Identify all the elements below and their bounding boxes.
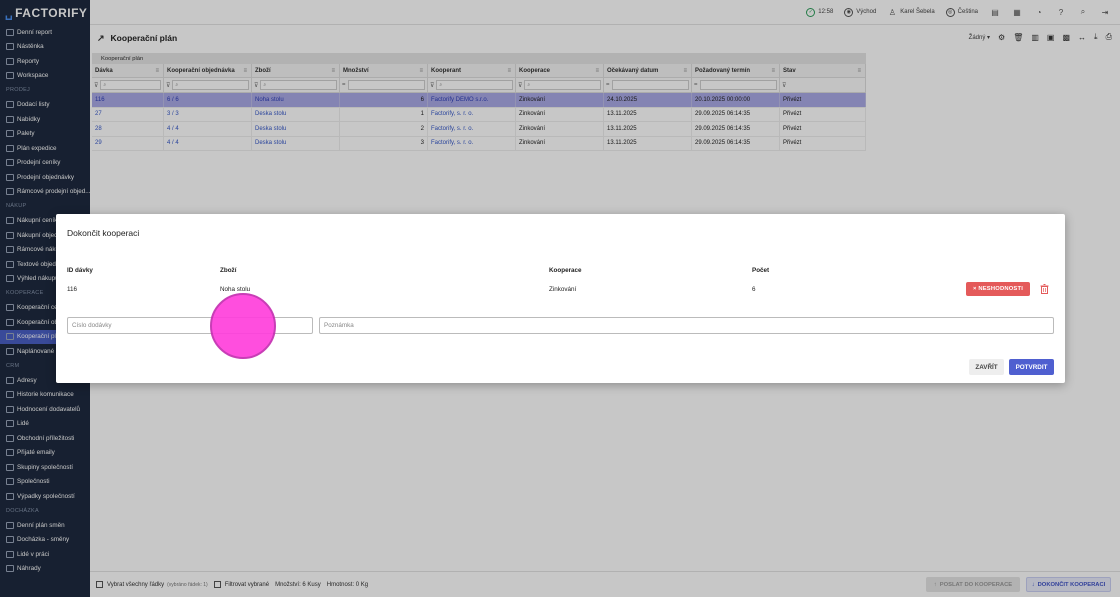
delivery-number-input[interactable] [67, 317, 313, 334]
note-input[interactable] [319, 317, 1054, 334]
trash-icon[interactable] [1039, 283, 1050, 295]
count-value: 6 [752, 286, 756, 293]
pointer-highlight [210, 293, 276, 359]
cooperation-header: Kooperace [549, 267, 582, 274]
goods-header: Zboží [220, 267, 237, 274]
count-header: Počet [752, 267, 770, 274]
nonconformity-button[interactable]: × NESHODNOSTI [966, 282, 1030, 296]
cooperation-value: Zinkování [549, 286, 577, 293]
batch-id-header: ID dávky [67, 267, 93, 274]
batch-id-value: 116 [67, 286, 78, 293]
dialog-title: Dokončit kooperaci [67, 228, 140, 238]
goods-value: Noha stolu [220, 286, 251, 293]
finish-cooperation-dialog: Dokončit kooperaci ID dávky Zboží Kooper… [56, 214, 1065, 383]
close-button[interactable]: ZAVŘÍT [969, 359, 1004, 375]
confirm-button[interactable]: POTVRDIT [1009, 359, 1054, 375]
